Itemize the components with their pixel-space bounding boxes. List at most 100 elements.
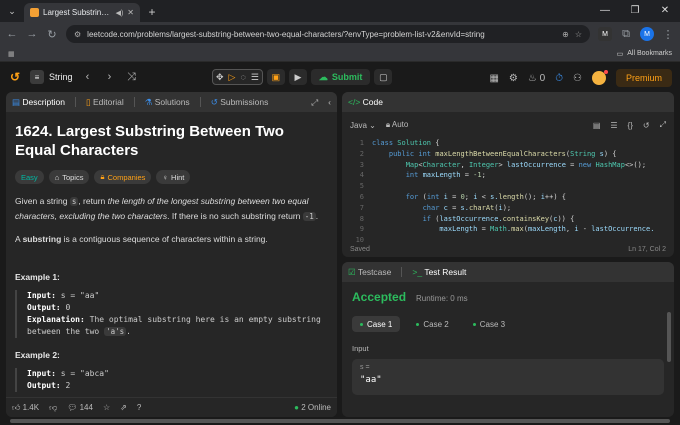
run-button[interactable]: ▶ [288, 69, 307, 85]
close-tab-icon[interactable]: ✕ [127, 8, 134, 17]
shuffle-icon[interactable]: ⤨ [125, 71, 139, 84]
horizontal-scrollbar[interactable] [0, 417, 680, 425]
menu-icon[interactable]: ⋮ [662, 28, 674, 41]
expand-icon[interactable]: ⤢ [311, 97, 318, 108]
reset-icon[interactable]: ↺ [643, 121, 650, 130]
workspace: ▤ Description ▯ Editorial ⚗ Solutions ↺ … [6, 92, 674, 417]
problem-list-button[interactable]: ≡ String [30, 70, 73, 84]
hint-chip[interactable]: ♀ Hint [156, 170, 191, 184]
scrollbar[interactable] [667, 312, 671, 362]
case-label: Case 3 [479, 319, 506, 329]
close-window-icon[interactable]: ✕ [650, 0, 680, 20]
forward-icon[interactable]: → [26, 28, 38, 40]
braces-icon[interactable]: {} [628, 121, 633, 130]
extension-m-icon[interactable]: M [598, 27, 612, 41]
collapse-icon[interactable]: ‹ [328, 97, 331, 107]
flask-icon: ⚗ [144, 96, 153, 107]
example-1: Input: s = "aa" Output: 0 Explanation: T… [15, 290, 328, 338]
leetcode-navbar: ↺ ≡ String ‹ › ⤨ ✥ ▷ ◌ ☰ ▣ ▶ ☁ Submit ▢ ▦… [0, 62, 680, 92]
share-icon[interactable]: ⇗ [120, 403, 127, 412]
browser-tab[interactable]: Largest Substring Betwee ◀) ✕ [24, 3, 140, 22]
all-bookmarks-link[interactable]: All Bookmarks [627, 50, 672, 57]
reload-icon[interactable]: ↻ [46, 28, 58, 41]
tab-description[interactable]: ▤ Description [12, 97, 65, 108]
bookmark-star-icon[interactable]: ☆ [575, 30, 582, 39]
format-icon[interactable]: ☰ [610, 121, 617, 130]
maximize-icon[interactable]: ❐ [620, 0, 650, 20]
prev-problem-icon[interactable]: ‹ [81, 71, 95, 83]
language-select[interactable]: Java ⌄ [350, 121, 376, 130]
tab-submissions[interactable]: ↺ Submissions [211, 97, 269, 108]
dislike-icon[interactable]: 👎︎ [49, 403, 57, 413]
case-label: Case 2 [423, 319, 449, 329]
help-icon[interactable]: ? [137, 403, 141, 412]
next-problem-icon[interactable]: › [103, 71, 117, 83]
case-1-tab[interactable]: Case 1 [352, 316, 401, 332]
description-icon: ▤ [12, 96, 21, 107]
debug-toolbox: ✥ ▷ ◌ ☰ [212, 69, 263, 85]
pass-dot-icon [472, 322, 476, 326]
autocomplete-toggle[interactable]: 🔒︎ Auto [386, 120, 409, 130]
minimize-icon[interactable]: — [590, 0, 620, 20]
scroll-thumb[interactable] [10, 419, 670, 423]
description-panel: ▤ Description ▯ Editorial ⚗ Solutions ↺ … [6, 92, 337, 417]
translate-icon[interactable]: ⊕ [562, 30, 569, 39]
user-avatar[interactable] [591, 70, 608, 85]
drag-handle-icon[interactable]: ✥ [216, 72, 224, 83]
tab-search-icon[interactable]: ⌄ [4, 3, 20, 19]
input-label: Input: [27, 291, 56, 300]
tab-testcase[interactable]: ☑ Testcase [348, 267, 391, 278]
desc-bold: substring [22, 234, 62, 244]
notes-icon[interactable]: ▤ [593, 121, 601, 130]
tab-editorial[interactable]: ▯ Editorial [86, 97, 124, 108]
online-label: 2 Online [301, 403, 331, 412]
settings-sliders-icon[interactable]: ☰ [251, 72, 259, 83]
line-number: 2 [359, 149, 364, 158]
saved-status: Saved [350, 246, 370, 253]
premium-button[interactable]: Premium [615, 69, 672, 87]
code-tab[interactable]: </> Code [348, 97, 383, 107]
verdict: Accepted [352, 290, 407, 304]
pass-dot-icon [416, 322, 420, 326]
layout-grid-icon[interactable]: ▦ [489, 73, 498, 84]
leetcode-logo-icon[interactable]: ↺ [8, 70, 22, 84]
case-3-tab[interactable]: Case 3 [465, 316, 513, 332]
inline-code: -1 [302, 212, 316, 221]
hide-icon[interactable]: ◌ [240, 72, 245, 82]
profile-avatar[interactable]: M [640, 27, 654, 41]
apps-icon[interactable]: ▦ [8, 50, 15, 58]
code-editor[interactable]: Java ⌄ 🔒︎ Auto ▤ ☰ {} ↺ ⤢ 1 2 3 4 5 6 7 … [342, 112, 674, 252]
fullscreen-icon[interactable]: ⤢ [660, 120, 666, 130]
topics-chip[interactable]: ⌂ Topics [48, 170, 90, 184]
timer-icon[interactable]: ⏱ [555, 73, 563, 84]
debug-play-icon[interactable]: ▷ [229, 72, 236, 83]
url-bar[interactable]: ⚙ leetcode.com/problems/largest-substrin… [66, 25, 590, 43]
folder-icon: ▭ [616, 50, 624, 58]
site-info-icon[interactable]: ⚙ [74, 30, 81, 39]
back-icon[interactable]: ← [6, 28, 18, 40]
line-number: 8 [359, 214, 364, 223]
submit-button[interactable]: ☁ Submit [310, 69, 371, 85]
add-friend-icon[interactable]: ⚇ [573, 73, 582, 84]
streak-icon[interactable]: ♨ 0 [528, 73, 545, 84]
companies-chip[interactable]: 🔒︎ Companies [94, 170, 152, 184]
notes-icon[interactable]: ▢ [374, 69, 393, 85]
extensions-icon[interactable]: ⧉ [620, 28, 632, 41]
input-box: s = "aa" [352, 359, 664, 395]
test-panel: ☑ Testcase >_ Test Result Accepted Runti… [342, 262, 674, 417]
new-tab-button[interactable]: + [144, 4, 160, 20]
topics-label: Topics [62, 172, 84, 182]
comments-button[interactable]: 💬︎ 144 [67, 403, 93, 412]
star-icon[interactable]: ☆ [103, 403, 110, 412]
case-2-tab[interactable]: Case 2 [408, 316, 456, 332]
desc-text: . [315, 211, 319, 221]
output-label: Output: [27, 381, 61, 390]
tab-test-result[interactable]: >_ Test Result [412, 267, 466, 277]
debugger-icon[interactable]: ▣ [266, 69, 285, 85]
right-nav: ▦ ⚙ ♨ 0 ⏱ ⚇ Premium [489, 69, 672, 87]
test-tabs: ☑ Testcase >_ Test Result [342, 262, 674, 282]
input-value: s = "aa" [60, 291, 100, 300]
like-button[interactable]: 👍︎ 1.4K [12, 403, 39, 413]
settings-gear-icon[interactable]: ⚙ [509, 73, 518, 84]
tab-solutions[interactable]: ⚗ Solutions [145, 97, 190, 108]
